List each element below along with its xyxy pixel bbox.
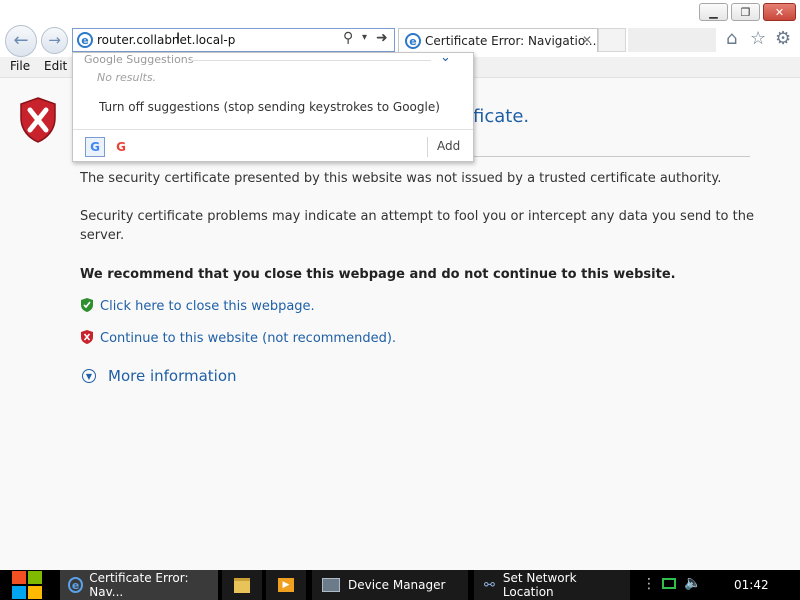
restore-icon: ❐ — [740, 5, 751, 19]
ie-logo-icon: e — [77, 32, 93, 48]
windows-logo-tile-green — [28, 571, 42, 584]
network-location-label: Set Network Location — [502, 571, 577, 599]
favorites-star-icon[interactable]: ☆ — [750, 28, 766, 49]
back-arrow-icon: ← — [13, 30, 29, 51]
google-provider-icon-selected[interactable]: G — [85, 137, 105, 157]
back-button[interactable]: ← — [5, 25, 37, 57]
google-letter: G — [90, 140, 100, 154]
taskbar-ie-icon: e — [68, 577, 84, 593]
tab-title: Certificate Error: Navigatio... — [425, 34, 597, 48]
google-letter-2: G — [116, 140, 126, 154]
windows-logo-tile-yellow — [28, 586, 42, 599]
paragraph-issuer: The security certificate presented by th… — [80, 171, 722, 186]
collapse-chevron-icon[interactable]: ⌄ — [440, 50, 451, 65]
go-arrow-icon[interactable]: ➜ — [376, 30, 388, 46]
suggestions-header: Google Suggestions — [84, 53, 194, 66]
network-status-icon[interactable] — [662, 578, 676, 589]
header-rule — [191, 60, 431, 61]
forward-arrow-icon: → — [48, 31, 61, 49]
small-red-shield-icon — [81, 330, 93, 344]
new-tab-button[interactable] — [598, 28, 626, 52]
suggestions-dropdown: Google Suggestions ⌄ No results. Turn of… — [72, 50, 474, 162]
volume-muted-icon[interactable]: 🔈 — [684, 575, 701, 591]
page-heading: ificate. — [468, 106, 530, 127]
text-cursor-icon: I — [176, 31, 181, 47]
tab-ie-icon: e — [405, 33, 421, 49]
windows-logo-icon — [12, 571, 26, 584]
restore-button[interactable]: ❐ — [731, 3, 760, 21]
address-bar[interactable]: e router.collabnet.local-p ⚲ ▾ ➜ — [72, 28, 395, 52]
turn-off-suggestions-link[interactable]: Turn off suggestions (stop sending keyst… — [99, 100, 440, 114]
forward-button[interactable]: → — [41, 27, 68, 54]
red-shield-icon — [20, 97, 56, 143]
close-icon: ✕ — [774, 5, 785, 19]
recommendation-text: We recommend that you close this webpage… — [80, 267, 676, 282]
add-separator — [427, 137, 428, 157]
dropdown-arrow-icon[interactable]: ▾ — [362, 32, 367, 43]
menu-edit[interactable]: Edit — [44, 59, 67, 73]
taskbar-item-ie[interactable]: e Certificate Error: Nav... — [60, 570, 218, 600]
windows-logo-tile-blue — [12, 586, 26, 599]
continue-website-link[interactable]: Continue to this website (not recommende… — [100, 331, 396, 346]
add-provider-button[interactable]: Add — [437, 139, 460, 153]
green-shield-icon — [81, 298, 93, 312]
minimize-button[interactable]: ▁ — [699, 3, 728, 21]
minimize-icon: ▁ — [709, 5, 718, 19]
dropdown-divider — [73, 129, 473, 130]
start-button[interactable] — [10, 570, 44, 600]
close-webpage-link[interactable]: Click here to close this webpage. — [100, 299, 315, 314]
taskbar-item-network-location[interactable]: ⚯ Set Network Location — [474, 570, 630, 600]
network-icon: ⚯ — [484, 577, 495, 593]
taskbar-item-device-manager[interactable]: Device Manager — [312, 570, 468, 600]
taskbar-item-explorer[interactable] — [222, 570, 262, 600]
media-player-icon: ▶ — [278, 578, 294, 592]
google-provider-icon[interactable]: G — [111, 137, 131, 157]
search-icon[interactable]: ⚲ — [343, 30, 353, 46]
gear-icon[interactable]: ⚙ — [775, 28, 791, 49]
expand-chevron-icon[interactable]: ▼ — [82, 369, 96, 383]
menu-file[interactable]: File — [10, 59, 30, 73]
paragraph-warning: Security certificate problems may indica… — [80, 209, 754, 243]
device-manager-icon — [322, 578, 340, 592]
system-clock[interactable]: 01:42 — [734, 578, 769, 592]
folder-icon — [234, 577, 250, 593]
address-input[interactable]: router.collabnet.local-p — [97, 33, 235, 47]
taskbar-ie-label: Certificate Error: Nav... — [89, 571, 189, 599]
no-results-text: No results. — [97, 71, 157, 84]
tab-close-icon[interactable]: ✕ — [582, 33, 592, 47]
taskbar-item-media[interactable]: ▶ — [266, 570, 306, 600]
device-manager-label: Device Manager — [348, 578, 446, 592]
tab-row-blank — [628, 28, 716, 52]
more-information-link[interactable]: More information — [108, 367, 237, 385]
home-icon[interactable]: ⌂ — [726, 28, 737, 49]
close-window-button[interactable]: ✕ — [763, 3, 796, 21]
tab-certificate-error[interactable]: e Certificate Error: Navigatio... ✕ — [398, 28, 598, 52]
tray-overflow-icon[interactable]: ⋮ — [642, 576, 656, 592]
